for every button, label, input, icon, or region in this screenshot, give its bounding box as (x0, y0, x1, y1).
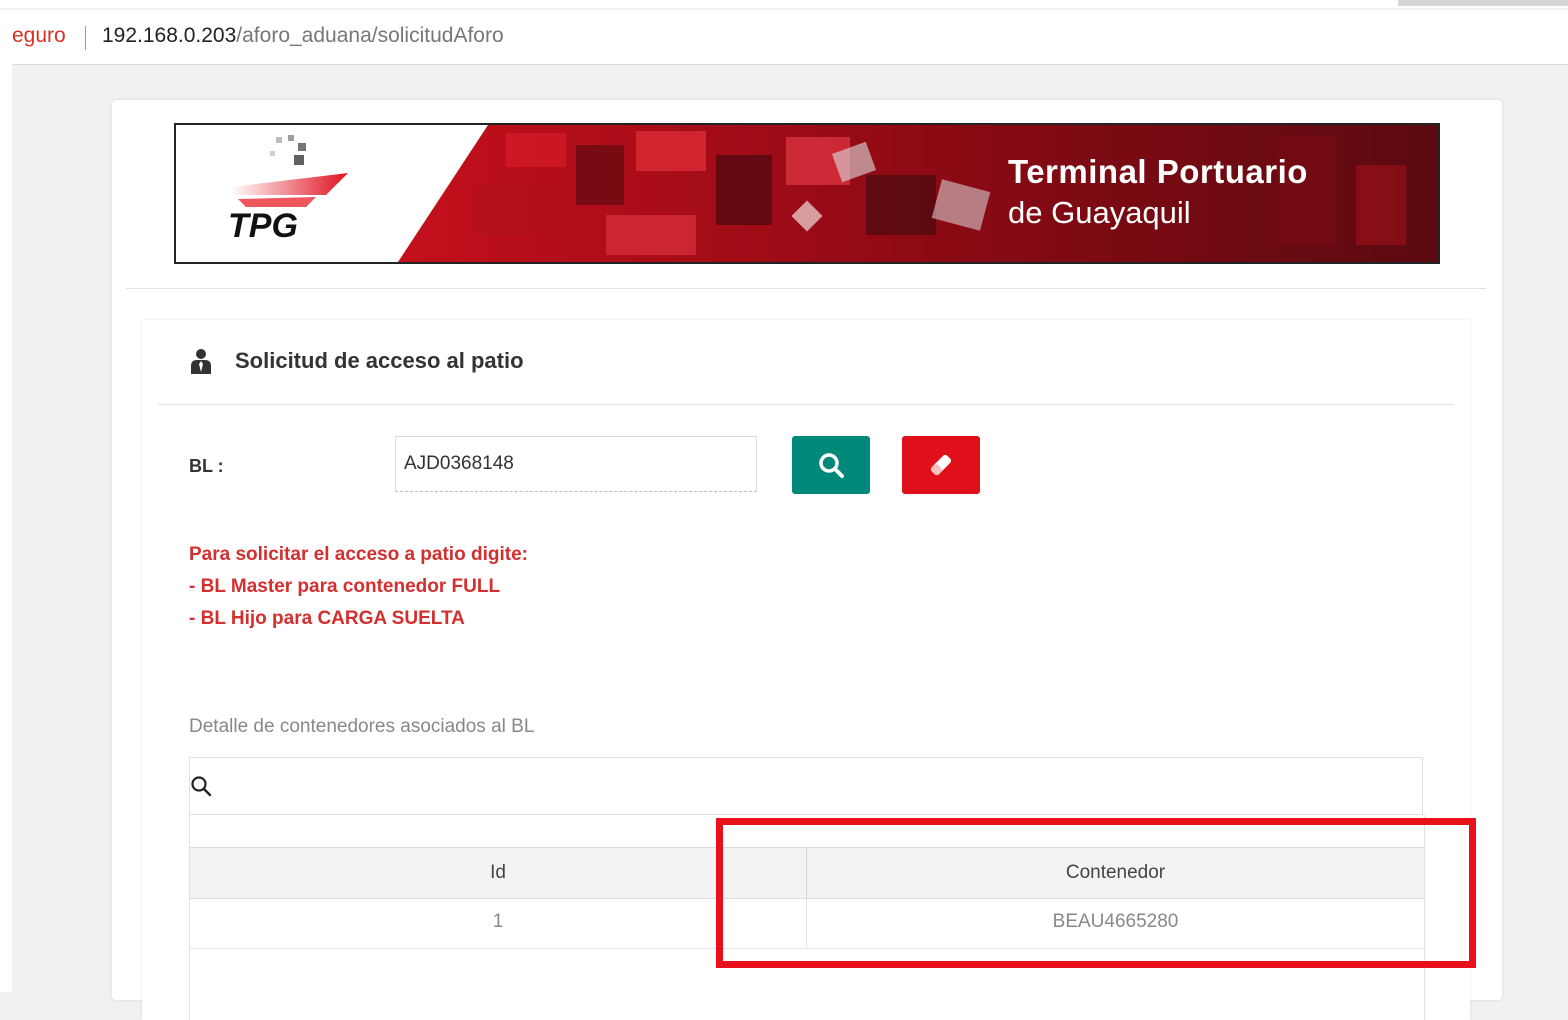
search-button[interactable] (792, 436, 870, 494)
logo-text: TPG (228, 207, 298, 245)
column-header-id[interactable]: Id (190, 848, 807, 898)
banner-graphic: TPG (176, 125, 1438, 262)
browser-top-edge (0, 0, 1568, 8)
header-divider (126, 288, 1486, 289)
table-filter[interactable] (189, 757, 1423, 815)
highlight-annotation (716, 818, 1476, 968)
cell-id: 1 (190, 898, 807, 948)
eraser-icon (930, 454, 952, 476)
bl-label: BL : (189, 456, 224, 476)
bl-input[interactable] (395, 436, 757, 492)
panel-divider (158, 404, 1454, 405)
address-bar[interactable]: eguro 192.168.0.203/aforo_aduana/solicit… (12, 10, 1568, 65)
clear-button[interactable] (902, 436, 980, 494)
security-indicator[interactable]: eguro (12, 24, 66, 48)
browser-left-edge (0, 10, 12, 992)
url-text[interactable]: 192.168.0.203/aforo_aduana/solicitudAfor… (102, 24, 504, 48)
address-separator (85, 26, 86, 50)
browser-tab-shadow (1398, 0, 1568, 6)
banner-title: Terminal Portuario (1008, 153, 1308, 190)
filter-input[interactable] (218, 768, 1412, 806)
user-tie-icon (190, 348, 212, 379)
header-banner: TPG Terminal Portuario de Guayaquil (174, 123, 1440, 264)
panel-title: Solicitud de acceso al patio (235, 348, 524, 373)
banner-subtitle: de Guayaquil (1008, 195, 1191, 230)
url-host: 192.168.0.203 (102, 24, 237, 47)
search-icon (190, 775, 212, 802)
url-path: /aforo_aduana/solicitudAforo (236, 24, 504, 47)
details-label: Detalle de contenedores asociados al BL (189, 716, 535, 737)
instruction-line-2: - BL Master para contenedor FULL (189, 576, 501, 597)
instruction-line-3: - BL Hijo para CARGA SUELTA (189, 608, 465, 629)
instruction-line-1: Para solicitar el acceso a patio digite: (189, 544, 528, 565)
search-icon (819, 453, 844, 478)
